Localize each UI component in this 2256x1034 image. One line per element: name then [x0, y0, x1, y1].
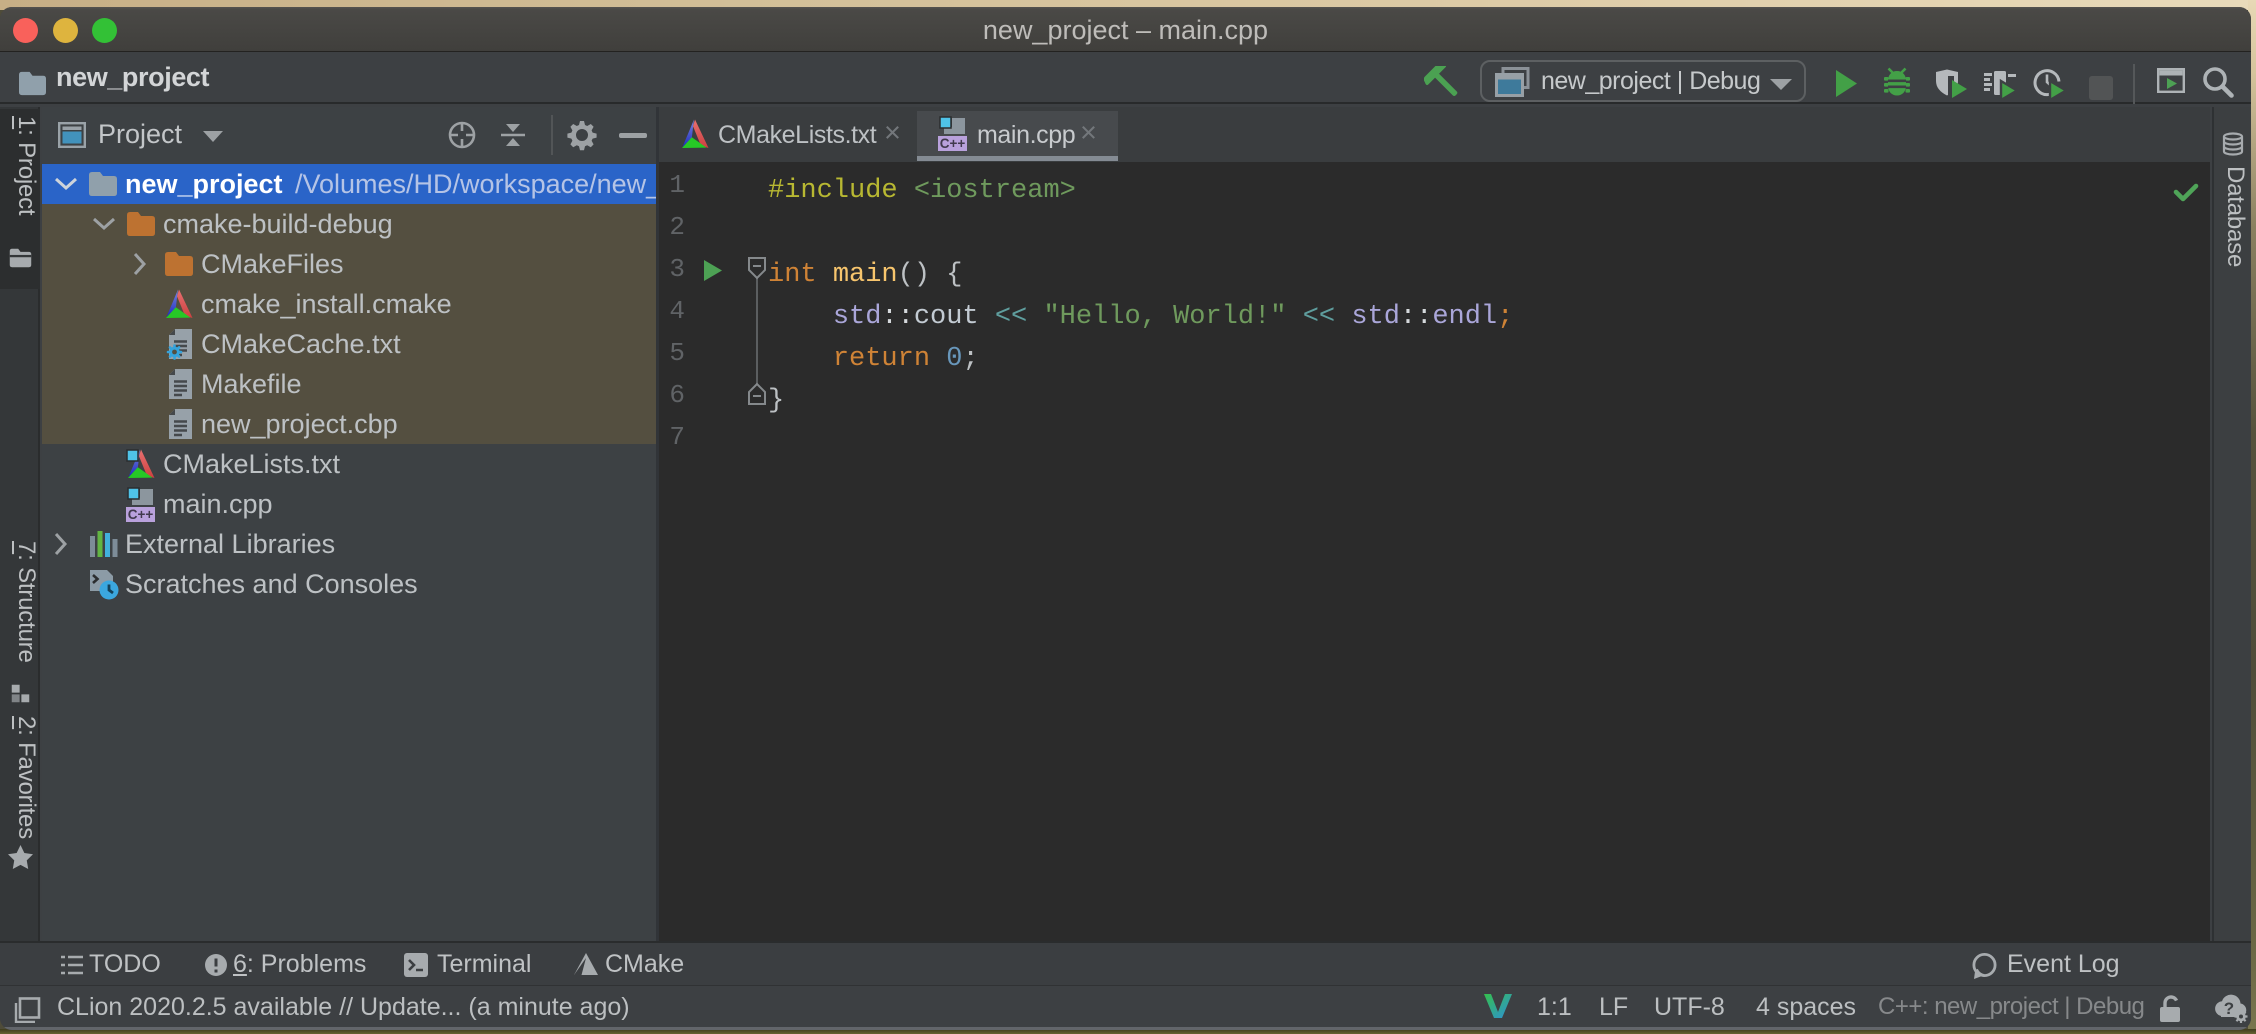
svg-text:?: ?: [2224, 999, 2234, 1018]
